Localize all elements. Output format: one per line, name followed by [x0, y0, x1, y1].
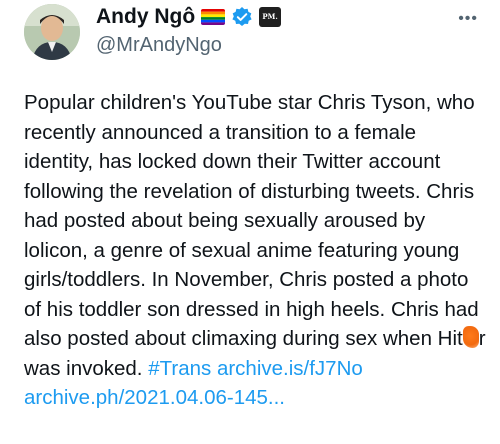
author-handle[interactable]: @MrAndyNgo [96, 32, 222, 58]
hashtag-link[interactable]: #Trans [148, 357, 211, 380]
archive-link-1[interactable]: archive.is/fJ7No [217, 357, 363, 380]
affiliate-badge[interactable]: PM. [259, 7, 282, 27]
tweet-text: Popular children's YouTube star Chris Ty… [24, 88, 486, 413]
more-horizontal-icon[interactable]: ••• [458, 10, 478, 28]
tweet-header: Andy Ngô PM. @MrAndyNgo ••• [24, 0, 484, 70]
author-name-row: Andy Ngô PM. [96, 4, 282, 30]
rainbow-flag-icon [201, 9, 226, 25]
tweet-text-part-1: Popular children's YouTube star Chris Ty… [24, 91, 479, 350]
author-display-name[interactable]: Andy Ngô [96, 4, 195, 30]
censor-mark [462, 326, 479, 348]
archive-link-2[interactable]: archive.ph/2021.04.06-145... [24, 386, 285, 409]
verified-icon[interactable] [231, 6, 253, 28]
avatar[interactable] [24, 4, 80, 60]
avatar-image [24, 4, 80, 60]
